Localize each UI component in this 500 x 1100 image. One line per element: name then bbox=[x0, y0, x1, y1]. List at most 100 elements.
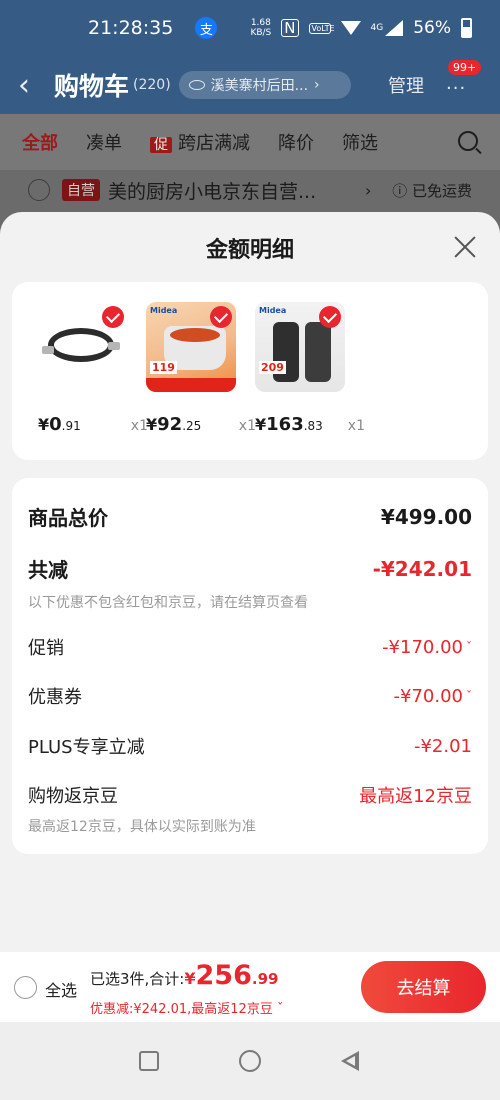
wifi-icon bbox=[340, 21, 361, 35]
close-icon[interactable] bbox=[452, 234, 478, 260]
price-decimal: .91 bbox=[61, 419, 81, 433]
brand-logo: Midea bbox=[259, 306, 287, 315]
currency-symbol: ¥ bbox=[184, 969, 196, 988]
amount-detail-card: 商品总价 ¥499.00 共减 -¥242.01 以下优惠不包含红包和京豆，请在… bbox=[12, 478, 488, 854]
chevron-right-icon: › bbox=[365, 180, 372, 200]
chevron-down-icon[interactable]: ˇ bbox=[466, 640, 472, 654]
search-icon[interactable] bbox=[458, 131, 478, 151]
battery-icon bbox=[461, 18, 472, 38]
goods-total-row: 商品总价 ¥499.00 bbox=[28, 502, 472, 531]
tab-all[interactable]: 全部 bbox=[22, 129, 58, 155]
total-reduction-label: 共减 bbox=[28, 558, 68, 582]
discount-summary[interactable]: 优惠减:¥242.01,最高返12京豆 ˇ bbox=[90, 998, 283, 1017]
coupon-row[interactable]: 优惠券 -¥70.00 ˇ bbox=[28, 683, 472, 709]
promotion-row[interactable]: 促销 -¥170.00 ˇ bbox=[28, 634, 472, 660]
product-thumbnail[interactable]: Midea 119 bbox=[146, 302, 236, 392]
thumbnail-price: 119 bbox=[150, 361, 177, 374]
manage-button[interactable]: 管理 bbox=[388, 72, 424, 98]
net-speed: 1.68 KB/S bbox=[250, 18, 271, 38]
location-selector[interactable]: 溪美寨村后田... › bbox=[178, 71, 351, 99]
store-checkbox[interactable] bbox=[28, 179, 50, 201]
blender-image bbox=[305, 322, 331, 382]
status-icons: 1.68 KB/S N VoLTE 4G 56% bbox=[250, 0, 472, 56]
quantity: x1 bbox=[347, 418, 365, 434]
tab-bundle[interactable]: 凑单 bbox=[86, 129, 122, 155]
alipay-icon: 支 bbox=[195, 17, 218, 39]
select-all-label[interactable]: 全选 bbox=[45, 977, 77, 1001]
product-item[interactable]: Midea 119 ¥ 92 .25 x1 bbox=[146, 302, 256, 435]
jd-beans-note: 最高返12京豆，具体以实际到账为准 bbox=[28, 819, 256, 835]
jd-beans-label: 购物返京豆 bbox=[28, 786, 118, 807]
store-row[interactable]: 自营 美的厨房小电京东自营... › ⓘ 已免运费 bbox=[0, 170, 500, 210]
location-text: 溪美寨村后田... bbox=[210, 78, 309, 94]
tab-filter[interactable]: 筛选 bbox=[342, 129, 378, 155]
hose-image bbox=[48, 328, 114, 362]
select-all-checkbox[interactable] bbox=[14, 976, 37, 999]
goods-total-value: ¥499.00 bbox=[380, 504, 472, 529]
cell-signal-icon bbox=[385, 20, 404, 36]
sheet-title: 金额明细 bbox=[205, 238, 294, 263]
hose-connector bbox=[108, 342, 120, 350]
back-icon[interactable] bbox=[341, 1050, 363, 1072]
signal-type: 4G bbox=[370, 23, 384, 33]
recent-apps-icon[interactable] bbox=[139, 1051, 159, 1071]
cart-header: ‹ 购物车 (220) 溪美寨村后田... › 管理 ··· 99+ bbox=[0, 56, 500, 114]
price-integer: 92 bbox=[157, 414, 183, 435]
product-item[interactable]: ¥ 0 .91 x1 bbox=[38, 302, 148, 435]
total-summary: 已选3件,合计: ¥ 256 .99 bbox=[90, 960, 278, 991]
currency-symbol: ¥ bbox=[38, 415, 50, 434]
store-name[interactable]: 美的厨房小电京东自营... bbox=[108, 177, 353, 204]
tab-cross-store-discount[interactable]: 促跨店满减 bbox=[150, 129, 250, 155]
checkout-button[interactable]: 去结算 bbox=[361, 961, 486, 1013]
product-price: ¥ 92 .25 x1 bbox=[146, 414, 256, 435]
tab-cross-store-label: 跨店满减 bbox=[178, 133, 250, 154]
jd-beans-row: 购物返京豆 最高返12京豆 bbox=[28, 782, 472, 808]
self-operated-tag: 自营 bbox=[62, 179, 100, 201]
status-time: 21:28:35 bbox=[88, 17, 174, 39]
tab-price-drop[interactable]: 降价 bbox=[278, 129, 314, 155]
total-reduction-row: 共减 -¥242.01 bbox=[28, 554, 472, 583]
jd-beans-value: 最高返12京豆 bbox=[359, 786, 472, 807]
product-price: ¥ 163 .83 x1 bbox=[255, 414, 365, 435]
amount-detail-sheet: 金额明细 ¥ 0 .91 x1 Midea 119 ¥ 92 .25 x1 Mi… bbox=[0, 212, 500, 1022]
more-icon[interactable]: ··· bbox=[446, 78, 466, 99]
thumbnail-price: 209 bbox=[259, 361, 286, 374]
check-icon[interactable] bbox=[102, 306, 124, 328]
checkout-bar: 全选 已选3件,合计: ¥ 256 .99 优惠减:¥242.01,最高返12京… bbox=[0, 952, 500, 1022]
hose-connector bbox=[42, 346, 54, 354]
coupon-label: 优惠券 bbox=[28, 687, 82, 708]
plus-discount-row: PLUS专享立减 -¥2.01 bbox=[28, 733, 472, 759]
product-thumbnail[interactable] bbox=[38, 302, 128, 392]
battery-percent: 56% bbox=[413, 18, 451, 38]
nfc-icon: N bbox=[281, 19, 299, 37]
promo-tag: 促 bbox=[150, 137, 172, 153]
coupon-value: -¥70.00 bbox=[393, 685, 463, 707]
price-decimal: .83 bbox=[303, 419, 323, 433]
product-item[interactable]: Midea 209 ¥ 163 .83 x1 bbox=[255, 302, 365, 435]
promotion-value: -¥170.00 bbox=[382, 636, 463, 658]
cart-title: 购物车 bbox=[54, 72, 130, 101]
promo-band bbox=[146, 378, 236, 392]
check-icon[interactable] bbox=[319, 306, 341, 328]
filter-bar: 全部 凑单 促跨店满减 降价 筛选 bbox=[0, 114, 500, 170]
goods-total-label: 商品总价 bbox=[28, 506, 108, 530]
system-nav-bar bbox=[0, 1022, 500, 1100]
eye-icon bbox=[188, 80, 205, 90]
back-arrow-icon[interactable]: ‹ bbox=[18, 68, 46, 103]
check-icon[interactable] bbox=[210, 306, 232, 328]
currency-symbol: ¥ bbox=[255, 415, 267, 434]
volte-icon: VoLTE bbox=[308, 22, 335, 34]
product-thumbnail[interactable]: Midea 209 bbox=[255, 302, 345, 392]
selected-count-text: 已选3件,合计: bbox=[90, 970, 185, 988]
home-icon[interactable] bbox=[239, 1050, 261, 1072]
net-speed-unit: KB/S bbox=[250, 28, 272, 38]
free-shipping-label: ⓘ 已免运费 bbox=[392, 181, 472, 200]
chevron-down-icon[interactable]: ˇ bbox=[466, 689, 472, 703]
chevron-right-icon: › bbox=[314, 77, 320, 93]
products-card: ¥ 0 .91 x1 Midea 119 ¥ 92 .25 x1 Midea 2… bbox=[12, 282, 488, 460]
message-badge: 99+ bbox=[448, 60, 482, 75]
plus-discount-value: -¥2.01 bbox=[413, 735, 472, 757]
quantity: x1 bbox=[238, 418, 256, 434]
product-price: ¥ 0 .91 x1 bbox=[38, 414, 148, 435]
promotion-label: 促销 bbox=[28, 638, 64, 659]
